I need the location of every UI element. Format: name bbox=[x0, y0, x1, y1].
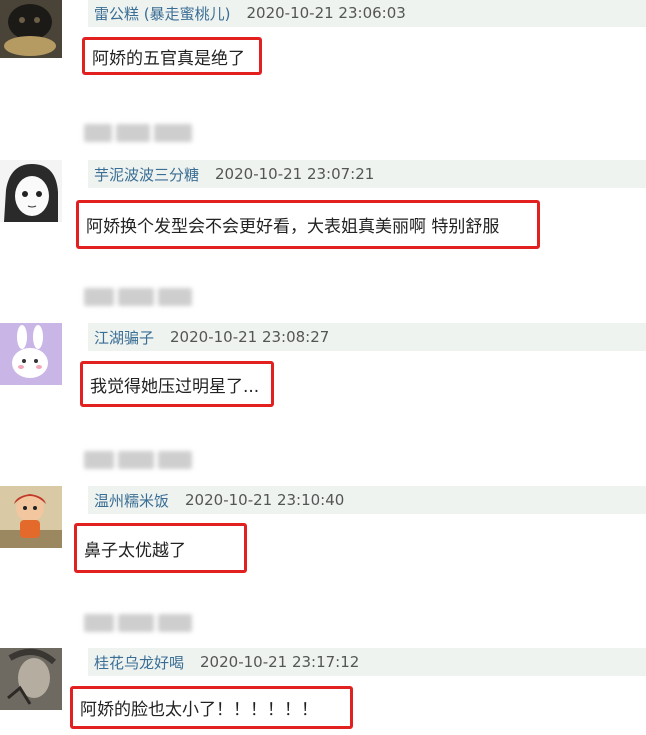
user-avatar[interactable] bbox=[0, 486, 62, 548]
comment-text: 鼻子太优越了 bbox=[74, 523, 247, 573]
comment-text: 我觉得她压过明星了... bbox=[80, 361, 274, 407]
comment-header: 桂花乌龙好喝 2020-10-21 23:17:12 bbox=[88, 648, 646, 676]
comment-header: 芋泥波波三分糖 2020-10-21 23:07:21 bbox=[88, 160, 646, 188]
user-avatar[interactable] bbox=[0, 323, 62, 385]
blurred-reply bbox=[84, 610, 194, 636]
comment-text: 阿娇的脸也太小了！！！！！！ bbox=[70, 686, 353, 729]
username-link[interactable]: 雷公糕 (暴走蜜桃儿) bbox=[94, 3, 230, 24]
comment-text: 阿娇的五官真是绝了 bbox=[82, 37, 262, 75]
comment-header: 雷公糕 (暴走蜜桃儿) 2020-10-21 23:06:03 bbox=[88, 0, 646, 27]
timestamp: 2020-10-21 23:08:27 bbox=[170, 328, 330, 346]
comment-header: 温州糯米饭 2020-10-21 23:10:40 bbox=[88, 486, 646, 514]
comment-text: 阿娇换个发型会不会更好看，大表姐真美丽啊 特别舒服 bbox=[76, 200, 540, 249]
blurred-reply bbox=[84, 447, 194, 473]
blurred-reply bbox=[84, 120, 194, 146]
blurred-reply bbox=[84, 284, 194, 310]
user-avatar[interactable] bbox=[0, 160, 62, 222]
user-avatar[interactable] bbox=[0, 648, 62, 710]
timestamp: 2020-10-21 23:07:21 bbox=[215, 165, 375, 183]
timestamp: 2020-10-21 23:10:40 bbox=[185, 491, 345, 509]
username-link[interactable]: 芋泥波波三分糖 bbox=[94, 164, 199, 185]
username-link[interactable]: 桂花乌龙好喝 bbox=[94, 652, 184, 673]
username-link[interactable]: 温州糯米饭 bbox=[94, 490, 169, 511]
comment-header: 江湖骗子 2020-10-21 23:08:27 bbox=[88, 323, 646, 351]
username-link[interactable]: 江湖骗子 bbox=[94, 327, 154, 348]
timestamp: 2020-10-21 23:17:12 bbox=[200, 653, 360, 671]
timestamp: 2020-10-21 23:06:03 bbox=[246, 4, 406, 22]
user-avatar[interactable] bbox=[0, 0, 62, 58]
